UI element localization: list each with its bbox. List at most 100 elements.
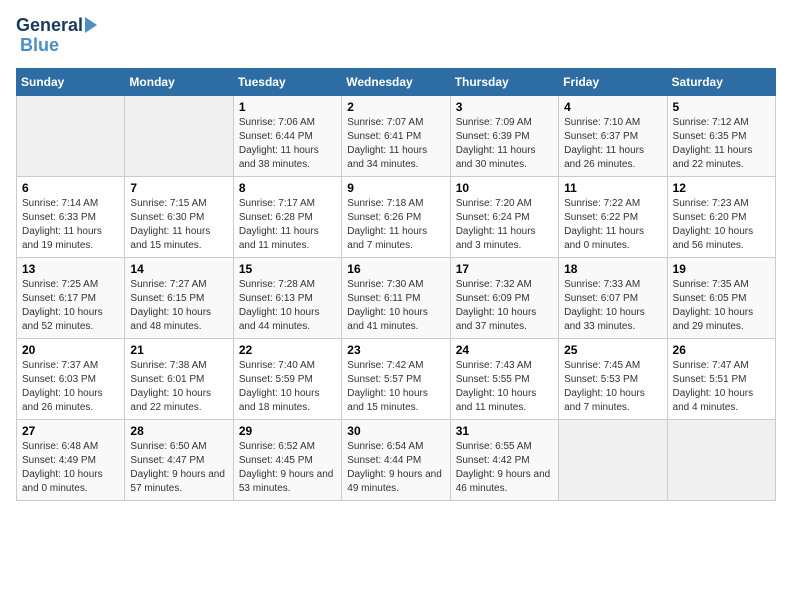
calendar-cell: 3 Sunrise: 7:09 AM Sunset: 6:39 PM Daylig… — [450, 95, 558, 176]
cell-content: Sunrise: 7:23 AM Sunset: 6:20 PM Dayligh… — [673, 197, 770, 253]
day-number: 26 — [673, 343, 770, 357]
cell-content: Sunrise: 7:18 AM Sunset: 6:26 PM Dayligh… — [347, 197, 444, 253]
calendar-cell: 4 Sunrise: 7:10 AM Sunset: 6:37 PM Daylig… — [559, 95, 667, 176]
day-number: 28 — [130, 424, 227, 438]
calendar-cell: 5 Sunrise: 7:12 AM Sunset: 6:35 PM Daylig… — [667, 95, 775, 176]
day-number: 1 — [239, 100, 336, 114]
cell-content: Sunrise: 6:52 AM Sunset: 4:45 PM Dayligh… — [239, 440, 336, 496]
calendar-cell: 11Sunrise: 7:22 AM Sunset: 6:22 PM Dayli… — [559, 176, 667, 257]
calendar-cell: 14 Sunrise: 7:27 AM Sunset: 6:15 PM Dayli… — [125, 257, 233, 338]
calendar-week-row: 27 Sunrise: 6:48 AM Sunset: 4:49 PM Dayli… — [17, 419, 776, 500]
calendar-cell: 8Sunrise: 7:17 AM Sunset: 6:28 PM Daylig… — [233, 176, 341, 257]
logo: General Blue — [16, 16, 97, 56]
day-number: 24 — [456, 343, 553, 357]
calendar-cell: 10 Sunrise: 7:20 AM Sunset: 6:24 PM Dayli… — [450, 176, 558, 257]
cell-content: Sunrise: 6:54 AM Sunset: 4:44 PM Dayligh… — [347, 440, 444, 496]
cell-content: Sunrise: 7:43 AM Sunset: 5:55 PM Dayligh… — [456, 359, 553, 415]
calendar-cell: 31 Sunrise: 6:55 AM Sunset: 4:42 PM Dayli… — [450, 419, 558, 500]
day-number: 29 — [239, 424, 336, 438]
calendar-cell: 17 Sunrise: 7:32 AM Sunset: 6:09 PM Dayli… — [450, 257, 558, 338]
day-number: 9 — [347, 181, 444, 195]
day-number: 20 — [22, 343, 119, 357]
calendar-cell: 6 Sunrise: 7:14 AM Sunset: 6:33 PM Daylig… — [17, 176, 125, 257]
days-of-week-row: SundayMondayTuesdayWednesdayThursdayFrid… — [17, 68, 776, 95]
cell-content: Sunrise: 7:35 AM Sunset: 6:05 PM Dayligh… — [673, 278, 770, 334]
calendar-cell: 27 Sunrise: 6:48 AM Sunset: 4:49 PM Dayli… — [17, 419, 125, 500]
calendar-cell: 2Sunrise: 7:07 AM Sunset: 6:41 PM Daylig… — [342, 95, 450, 176]
cell-content: Sunrise: 7:27 AM Sunset: 6:15 PM Dayligh… — [130, 278, 227, 334]
day-number: 13 — [22, 262, 119, 276]
day-of-week-header: Wednesday — [342, 68, 450, 95]
day-of-week-header: Thursday — [450, 68, 558, 95]
day-number: 17 — [456, 262, 553, 276]
cell-content: Sunrise: 6:55 AM Sunset: 4:42 PM Dayligh… — [456, 440, 553, 496]
calendar-body: 1 Sunrise: 7:06 AM Sunset: 6:44 PM Daylig… — [17, 95, 776, 500]
day-number: 22 — [239, 343, 336, 357]
day-number: 31 — [456, 424, 553, 438]
calendar-cell: 13 Sunrise: 7:25 AM Sunset: 6:17 PM Dayli… — [17, 257, 125, 338]
calendar-cell: 15 Sunrise: 7:28 AM Sunset: 6:13 PM Dayli… — [233, 257, 341, 338]
calendar-cell: 21 Sunrise: 7:38 AM Sunset: 6:01 PM Dayli… — [125, 338, 233, 419]
calendar-cell: 23Sunrise: 7:42 AM Sunset: 5:57 PM Dayli… — [342, 338, 450, 419]
cell-content: Sunrise: 7:33 AM Sunset: 6:07 PM Dayligh… — [564, 278, 661, 334]
calendar-cell: 12Sunrise: 7:23 AM Sunset: 6:20 PM Dayli… — [667, 176, 775, 257]
day-number: 19 — [673, 262, 770, 276]
day-number: 4 — [564, 100, 661, 114]
calendar-cell: 19 Sunrise: 7:35 AM Sunset: 6:05 PM Dayli… — [667, 257, 775, 338]
day-number: 3 — [456, 100, 553, 114]
day-number: 15 — [239, 262, 336, 276]
cell-content: Sunrise: 7:22 AM Sunset: 6:22 PM Dayligh… — [564, 197, 661, 253]
day-of-week-header: Monday — [125, 68, 233, 95]
day-number: 21 — [130, 343, 227, 357]
day-number: 10 — [456, 181, 553, 195]
cell-content: Sunrise: 6:48 AM Sunset: 4:49 PM Dayligh… — [22, 440, 119, 496]
cell-content: Sunrise: 7:47 AM Sunset: 5:51 PM Dayligh… — [673, 359, 770, 415]
day-of-week-header: Sunday — [17, 68, 125, 95]
cell-content: Sunrise: 7:10 AM Sunset: 6:37 PM Dayligh… — [564, 116, 661, 172]
cell-content: Sunrise: 7:28 AM Sunset: 6:13 PM Dayligh… — [239, 278, 336, 334]
calendar-cell: 26 Sunrise: 7:47 AM Sunset: 5:51 PM Dayli… — [667, 338, 775, 419]
day-number: 23 — [347, 343, 444, 357]
day-number: 27 — [22, 424, 119, 438]
calendar-table: SundayMondayTuesdayWednesdayThursdayFrid… — [16, 68, 776, 501]
day-number: 25 — [564, 343, 661, 357]
calendar-cell: 18Sunrise: 7:33 AM Sunset: 6:07 PM Dayli… — [559, 257, 667, 338]
calendar-cell: 25 Sunrise: 7:45 AM Sunset: 5:53 PM Dayli… — [559, 338, 667, 419]
calendar-cell — [559, 419, 667, 500]
cell-content: Sunrise: 7:12 AM Sunset: 6:35 PM Dayligh… — [673, 116, 770, 172]
cell-content: Sunrise: 7:06 AM Sunset: 6:44 PM Dayligh… — [239, 116, 336, 172]
calendar-cell: 29 Sunrise: 6:52 AM Sunset: 4:45 PM Dayli… — [233, 419, 341, 500]
calendar-cell — [125, 95, 233, 176]
calendar-week-row: 20 Sunrise: 7:37 AM Sunset: 6:03 PM Dayli… — [17, 338, 776, 419]
cell-content: Sunrise: 6:50 AM Sunset: 4:47 PM Dayligh… — [130, 440, 227, 496]
header: General Blue — [16, 16, 776, 56]
calendar-cell: 1 Sunrise: 7:06 AM Sunset: 6:44 PM Daylig… — [233, 95, 341, 176]
cell-content: Sunrise: 7:20 AM Sunset: 6:24 PM Dayligh… — [456, 197, 553, 253]
day-number: 16 — [347, 262, 444, 276]
cell-content: Sunrise: 7:38 AM Sunset: 6:01 PM Dayligh… — [130, 359, 227, 415]
cell-content: Sunrise: 7:17 AM Sunset: 6:28 PM Dayligh… — [239, 197, 336, 253]
calendar-cell: 7 Sunrise: 7:15 AM Sunset: 6:30 PM Daylig… — [125, 176, 233, 257]
cell-content: Sunrise: 7:25 AM Sunset: 6:17 PM Dayligh… — [22, 278, 119, 334]
cell-content: Sunrise: 7:45 AM Sunset: 5:53 PM Dayligh… — [564, 359, 661, 415]
calendar-cell: 22Sunrise: 7:40 AM Sunset: 5:59 PM Dayli… — [233, 338, 341, 419]
logo-text-blue: Blue — [20, 36, 59, 56]
calendar-cell — [667, 419, 775, 500]
cell-content: Sunrise: 7:37 AM Sunset: 6:03 PM Dayligh… — [22, 359, 119, 415]
cell-content: Sunrise: 7:15 AM Sunset: 6:30 PM Dayligh… — [130, 197, 227, 253]
logo-arrow-icon — [85, 17, 97, 33]
logo-text-general: General — [16, 16, 83, 36]
cell-content: Sunrise: 7:14 AM Sunset: 6:33 PM Dayligh… — [22, 197, 119, 253]
day-number: 7 — [130, 181, 227, 195]
calendar-cell — [17, 95, 125, 176]
calendar-cell: 30 Sunrise: 6:54 AM Sunset: 4:44 PM Dayli… — [342, 419, 450, 500]
cell-content: Sunrise: 7:09 AM Sunset: 6:39 PM Dayligh… — [456, 116, 553, 172]
day-number: 6 — [22, 181, 119, 195]
cell-content: Sunrise: 7:30 AM Sunset: 6:11 PM Dayligh… — [347, 278, 444, 334]
cell-content: Sunrise: 7:32 AM Sunset: 6:09 PM Dayligh… — [456, 278, 553, 334]
day-number: 5 — [673, 100, 770, 114]
calendar-week-row: 1 Sunrise: 7:06 AM Sunset: 6:44 PM Daylig… — [17, 95, 776, 176]
day-number: 14 — [130, 262, 227, 276]
calendar-cell: 24 Sunrise: 7:43 AM Sunset: 5:55 PM Dayli… — [450, 338, 558, 419]
day-number: 30 — [347, 424, 444, 438]
